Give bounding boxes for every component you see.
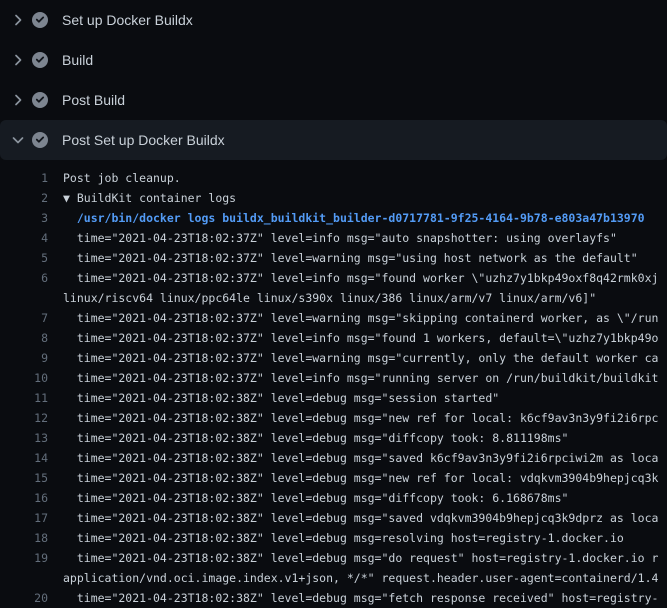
log-line: 15 time="2021-04-23T18:02:38Z" level=deb… [0, 468, 667, 488]
log-line-number[interactable]: 13 [0, 428, 48, 448]
step-label: Set up Docker Buildx [62, 12, 193, 28]
log-text: time="2021-04-23T18:02:37Z" level=info m… [63, 328, 658, 348]
log-line-number[interactable]: 2 [0, 188, 48, 208]
log-text: time="2021-04-23T18:02:38Z" level=debug … [63, 488, 568, 508]
log-line: 2 ▼ BuildKit container logs [0, 188, 667, 208]
step-label: Post Build [62, 92, 125, 108]
chevron-down-icon [10, 132, 26, 148]
log-text: time="2021-04-23T18:02:37Z" level=warnin… [63, 248, 638, 268]
log-line: 16 time="2021-04-23T18:02:38Z" level=deb… [0, 488, 667, 508]
step-label: Build [62, 52, 93, 68]
log-line: 6 time="2021-04-23T18:02:37Z" level=info… [0, 268, 667, 288]
log-text: time="2021-04-23T18:02:38Z" level=debug … [63, 448, 658, 468]
log-line: 10 time="2021-04-23T18:02:37Z" level=inf… [0, 368, 667, 388]
log-line: 17 time="2021-04-23T18:02:38Z" level=deb… [0, 508, 667, 528]
log-group-toggle[interactable]: ▼ BuildKit container logs [63, 188, 236, 208]
step-label: Post Set up Docker Buildx [62, 132, 225, 148]
log-line-number[interactable]: 6 [0, 268, 48, 288]
check-circle-icon [32, 92, 48, 108]
log-line: 14 time="2021-04-23T18:02:38Z" level=deb… [0, 448, 667, 468]
log-line: 5 time="2021-04-23T18:02:37Z" level=warn… [0, 248, 667, 268]
log-line: 3 /usr/bin/docker logs buildx_buildkit_b… [0, 208, 667, 228]
log-line: 4 time="2021-04-23T18:02:37Z" level=info… [0, 228, 667, 248]
log-line: 11 time="2021-04-23T18:02:38Z" level=deb… [0, 388, 667, 408]
log-text: linux/riscv64 linux/ppc64le linux/s390x … [63, 288, 596, 308]
log-line-number[interactable]: 18 [0, 528, 48, 548]
log-line-number[interactable]: 3 [0, 208, 48, 228]
log-line: 20 time="2021-04-23T18:02:38Z" level=deb… [0, 588, 667, 608]
log-line-number[interactable]: 19 [0, 548, 48, 568]
log-line-number [0, 568, 48, 588]
log-line: 7 time="2021-04-23T18:02:37Z" level=warn… [0, 308, 667, 328]
log-text: time="2021-04-23T18:02:38Z" level=debug … [63, 548, 658, 568]
log-text: time="2021-04-23T18:02:38Z" level=debug … [63, 528, 624, 548]
log-text: time="2021-04-23T18:02:37Z" level=warnin… [63, 348, 658, 368]
chevron-right-icon [10, 52, 26, 68]
log-viewer: 1 Post job cleanup. 2 ▼ BuildKit container … [0, 160, 667, 608]
log-line: 13 time="2021-04-23T18:02:38Z" level=deb… [0, 428, 667, 448]
log-text: time="2021-04-23T18:02:38Z" level=debug … [63, 468, 658, 488]
log-text: time="2021-04-23T18:02:38Z" level=debug … [63, 428, 568, 448]
log-command-text: /usr/bin/docker logs buildx_buildkit_bui… [63, 208, 645, 228]
log-line: 18 time="2021-04-23T18:02:38Z" level=deb… [0, 528, 667, 548]
log-line-number[interactable]: 10 [0, 368, 48, 388]
check-circle-icon [32, 12, 48, 28]
step-row-post-set-up-docker-buildx[interactable]: Post Set up Docker Buildx [0, 120, 667, 160]
log-line-number[interactable]: 4 [0, 228, 48, 248]
check-circle-icon [32, 52, 48, 68]
log-text: time="2021-04-23T18:02:38Z" level=debug … [63, 408, 658, 428]
log-line-number[interactable]: 1 [0, 168, 48, 188]
step-row-post-build[interactable]: Post Build [0, 80, 667, 120]
log-line-number[interactable]: 20 [0, 588, 48, 608]
log-line: 1 Post job cleanup. [0, 168, 667, 188]
log-line-number[interactable]: 11 [0, 388, 48, 408]
log-line-number[interactable]: 12 [0, 408, 48, 428]
log-text: time="2021-04-23T18:02:37Z" level=info m… [63, 228, 617, 248]
chevron-right-icon [10, 12, 26, 28]
log-line: 19 time="2021-04-23T18:02:38Z" level=deb… [0, 548, 667, 568]
log-line: 9 time="2021-04-23T18:02:37Z" level=warn… [0, 348, 667, 368]
log-line-number [0, 288, 48, 308]
step-row-set-up-docker-buildx[interactable]: Set up Docker Buildx [0, 0, 667, 40]
log-line-number[interactable]: 8 [0, 328, 48, 348]
check-circle-icon [32, 132, 48, 148]
steps-list: Set up Docker Buildx Build Post Build Po… [0, 0, 667, 160]
log-line: linux/riscv64 linux/ppc64le linux/s390x … [0, 288, 667, 308]
log-line-number[interactable]: 9 [0, 348, 48, 368]
log-text: time="2021-04-23T18:02:38Z" level=debug … [63, 508, 658, 528]
log-line: application/vnd.oci.image.index.v1+json,… [0, 568, 667, 588]
log-text: time="2021-04-23T18:02:37Z" level=info m… [63, 268, 658, 288]
log-text: time="2021-04-23T18:02:38Z" level=debug … [63, 588, 658, 608]
log-line-number[interactable]: 7 [0, 308, 48, 328]
log-text: Post job cleanup. [63, 168, 181, 188]
chevron-right-icon [10, 92, 26, 108]
log-text: time="2021-04-23T18:02:37Z" level=warnin… [63, 308, 658, 328]
step-row-build[interactable]: Build [0, 40, 667, 80]
log-line: 8 time="2021-04-23T18:02:37Z" level=info… [0, 328, 667, 348]
log-text: time="2021-04-23T18:02:38Z" level=debug … [63, 388, 499, 408]
log-text: application/vnd.oci.image.index.v1+json,… [63, 568, 658, 588]
log-line-number[interactable]: 17 [0, 508, 48, 528]
log-line-number[interactable]: 14 [0, 448, 48, 468]
log-line-number[interactable]: 15 [0, 468, 48, 488]
log-line: 12 time="2021-04-23T18:02:38Z" level=deb… [0, 408, 667, 428]
log-text: time="2021-04-23T18:02:37Z" level=info m… [63, 368, 658, 388]
log-line-number[interactable]: 5 [0, 248, 48, 268]
log-line-number[interactable]: 16 [0, 488, 48, 508]
